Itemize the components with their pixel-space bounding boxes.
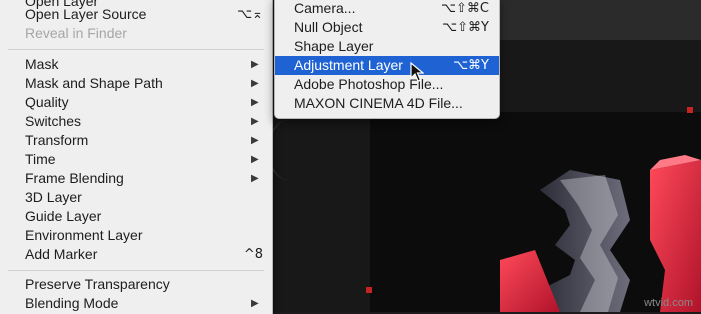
menu-item-label: Add Marker [25,246,98,262]
menu-item-label: Frame Blending [25,170,124,186]
submenu-item-adobe-photoshop-file[interactable]: Adobe Photoshop File... [275,75,499,94]
submenu-item-label: Adjustment Layer [294,57,403,73]
menu-separator [8,49,264,50]
menu-item-shortcut: ^8 [243,247,263,262]
new-layer-submenu: Camera... ⌥⇧⌘C Null Object ⌥⇧⌘Y Shape La… [274,0,500,119]
menu-item-quality[interactable]: Quality ▶ [0,93,272,112]
submenu-item-shortcut: ⌥⌘Y [453,58,489,73]
menu-item-label: Blending Mode [25,295,119,311]
arrow-cursor-icon [410,62,424,82]
menu-item-guide-layer[interactable]: Guide Layer [0,207,272,226]
menu-item-blending-mode[interactable]: Blending Mode ▶ [0,294,272,313]
triangle-right-icon: ▶ [251,298,259,309]
menu-item-shortcut: ⌥⌅ [237,7,263,22]
panel-header-strip [498,0,701,40]
submenu-item-adjustment-layer[interactable]: Adjustment Layer ⌥⌘Y [275,56,499,75]
menu-item-label: Time [25,151,56,167]
menu-item-label: Environment Layer [25,227,143,243]
menu-item-label: Reveal in Finder [25,25,127,41]
submenu-item-label: Null Object [294,19,363,35]
menu-item-time[interactable]: Time ▶ [0,150,272,169]
menu-item-label: Switches [25,113,82,129]
menu-item-label: Quality [25,94,69,110]
menu-item-mask-and-shape-path[interactable]: Mask and Shape Path ▶ [0,74,272,93]
motion-path-arc [268,120,309,180]
menu-item-frame-blending[interactable]: Frame Blending ▶ [0,169,272,188]
menu-item-label: Transform [25,132,89,148]
submenu-item-camera[interactable]: Camera... ⌥⇧⌘C [275,0,499,18]
submenu-item-shape-layer[interactable]: Shape Layer [275,37,499,56]
menu-item-label: Mask [25,56,59,72]
submenu-item-label: MAXON CINEMA 4D File... [294,95,463,111]
menu-item-label: Open Layer Source [25,6,147,22]
menu-item-label: Guide Layer [25,208,102,224]
menu-item-label: Mask and Shape Path [25,75,163,91]
triangle-right-icon: ▶ [251,78,259,89]
submenu-item-null-object[interactable]: Null Object ⌥⇧⌘Y [275,18,499,37]
menu-item-preserve-transparency[interactable]: Preserve Transparency [0,275,272,294]
menu-item-switches[interactable]: Switches ▶ [0,112,272,131]
menu-item-label: 3D Layer [25,189,82,205]
menu-item-reveal-in-finder: Reveal in Finder [0,24,272,43]
triangle-right-icon: ▶ [251,154,259,165]
menu-item-environment-layer[interactable]: Environment Layer [0,226,272,245]
triangle-right-icon: ▶ [251,135,259,146]
watermark-text: wtvid.com [644,297,693,309]
menu-item-3d-layer[interactable]: 3D Layer [0,188,272,207]
red-3d-text-artwork [500,155,701,312]
layer-context-menu: Open Layer Open Layer Source ⌥⌅ Reveal i… [0,0,273,314]
submenu-item-maxon-cinema-4d-file[interactable]: MAXON CINEMA 4D File... [275,94,499,113]
submenu-item-label: Shape Layer [294,38,374,54]
layer-handle[interactable] [366,287,372,293]
menu-item-transform[interactable]: Transform ▶ [0,131,272,150]
triangle-right-icon: ▶ [251,59,259,70]
submenu-item-shortcut: ⌥⇧⌘C [441,1,489,16]
submenu-item-shortcut: ⌥⇧⌘Y [442,20,489,35]
triangle-right-icon: ▶ [251,116,259,127]
layer-handle[interactable] [687,107,693,113]
menu-item-label: Preserve Transparency [25,276,170,292]
menu-item-open-layer-source[interactable]: Open Layer Source ⌥⌅ [0,5,272,24]
submenu-item-label: Camera... [294,0,356,16]
triangle-right-icon: ▶ [251,97,259,108]
menu-item-add-marker[interactable]: Add Marker ^8 [0,245,272,264]
menu-item-mask[interactable]: Mask ▶ [0,55,272,74]
menu-separator [8,270,264,271]
triangle-right-icon: ▶ [251,173,259,184]
